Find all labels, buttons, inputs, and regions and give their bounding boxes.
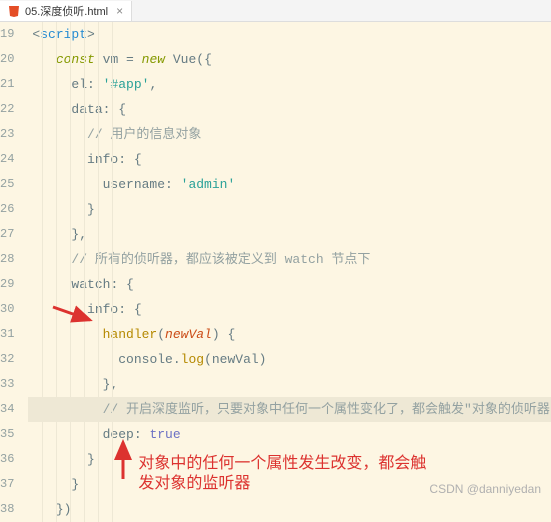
- code-line: },: [28, 222, 551, 247]
- code-line: data: {: [28, 97, 551, 122]
- annotation-text: 对象中的任何一个属性发生改变，都会触 发对象的监听器: [138, 454, 426, 494]
- code-line: }: [28, 197, 551, 222]
- code-line: // 用户的信息对象: [28, 122, 551, 147]
- tab-bar: 05.深度侦听.html ×: [0, 0, 551, 22]
- code-line: info: {: [28, 147, 551, 172]
- code-line: const vm = new Vue({: [28, 47, 551, 72]
- code-editor[interactable]: 1920212223242526272829303132333435363738…: [0, 22, 551, 522]
- code-line: // 所有的侦听器，都应该被定义到 watch 节点下: [28, 247, 551, 272]
- code-line: info: {: [28, 297, 551, 322]
- code-line: <script>: [28, 22, 551, 47]
- file-tab[interactable]: 05.深度侦听.html ×: [0, 1, 132, 21]
- code-line: username: 'admin': [28, 172, 551, 197]
- close-icon[interactable]: ×: [116, 4, 123, 18]
- line-gutter: 1920212223242526272829303132333435363738: [0, 22, 28, 522]
- code-line: },: [28, 372, 551, 397]
- code-line: watch: {: [28, 272, 551, 297]
- code-line: el: '#app',: [28, 72, 551, 97]
- code-line: console.log(newVal): [28, 347, 551, 372]
- code-line: // 开启深度监听，只要对象中任何一个属性变化了，都会触发"对象的侦听器": [28, 397, 551, 422]
- code-line: }): [28, 497, 551, 522]
- tab-label: 05.深度侦听.html: [25, 3, 108, 19]
- watermark: CSDN @danniyedan: [429, 482, 541, 496]
- code-area: <script> const vm = new Vue({ el: '#app'…: [28, 22, 551, 522]
- html-file-icon: [8, 5, 20, 17]
- code-line: deep: true: [28, 422, 551, 447]
- code-line: handler(newVal) {: [28, 322, 551, 347]
